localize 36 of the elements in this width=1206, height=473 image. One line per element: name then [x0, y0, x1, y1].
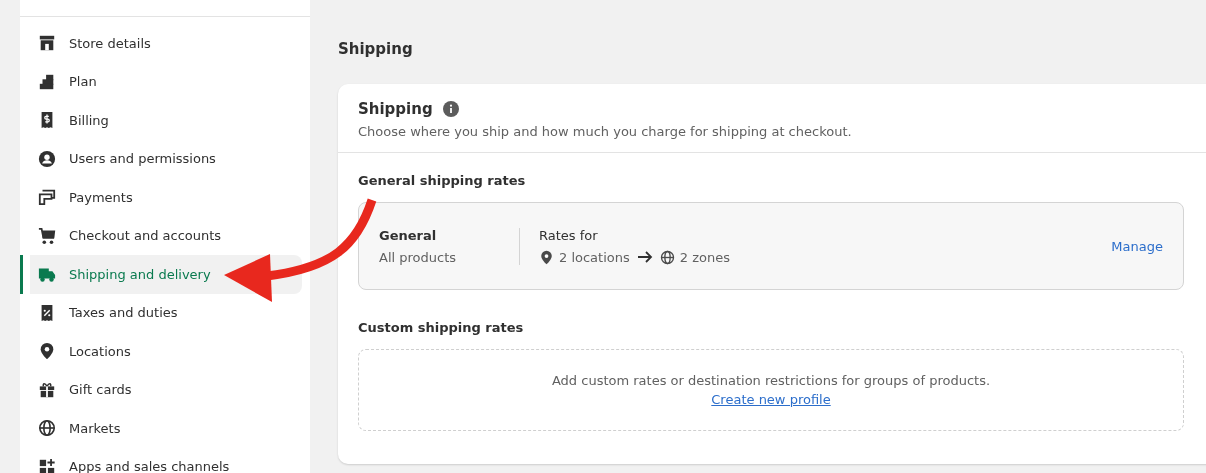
locations-count: 2 locations [559, 249, 630, 265]
cart-icon [38, 226, 56, 245]
sidebar-item[interactable]: Taxes and duties [20, 293, 302, 332]
gift-icon [38, 380, 56, 399]
create-profile-link[interactable]: Create new profile [711, 392, 831, 407]
sidebar-item[interactable]: Markets [20, 409, 302, 448]
profile-name: General [379, 227, 438, 243]
pin-icon [539, 249, 554, 265]
apps-icon [38, 457, 56, 473]
globe-icon [659, 249, 675, 265]
rates-label: Rates for [539, 227, 599, 243]
store-icon [38, 34, 56, 53]
card-description: Choose where you ship and how much you charge for shipping at checkout. [358, 124, 853, 139]
zones-count: 2 zones [679, 249, 730, 265]
arrow-icon [636, 251, 653, 263]
sidebar-item[interactable]: Checkout and accounts [20, 216, 302, 255]
sidebar-item[interactable]: Payments [20, 178, 302, 217]
person-icon [38, 149, 56, 168]
info-icon[interactable] [442, 101, 459, 117]
profile-scope: All products [379, 249, 458, 265]
sidebar-item[interactable]: Plan [20, 62, 302, 101]
pin-icon [38, 342, 56, 361]
sidebar-item[interactable]: Store details [20, 24, 302, 63]
section-heading: Custom shipping rates [358, 320, 525, 335]
sidebar-item[interactable]: Locations [20, 332, 302, 371]
page-title: Shipping [338, 40, 414, 58]
sidebar-item[interactable]: Gift cards [20, 370, 302, 409]
empty-message: Add custom rates or destination restrictions for groups of products. [551, 373, 991, 388]
sidebar-item[interactable]: Billing [20, 101, 302, 140]
globe-icon [38, 419, 56, 438]
section-heading: General shipping rates [358, 173, 527, 188]
card-icon [38, 188, 56, 207]
blocks-icon [38, 72, 56, 91]
manage-link[interactable]: Manage [1111, 238, 1163, 254]
card-title: Shipping [358, 100, 433, 118]
sidebar-item[interactable]: Users and permissions [20, 139, 302, 178]
